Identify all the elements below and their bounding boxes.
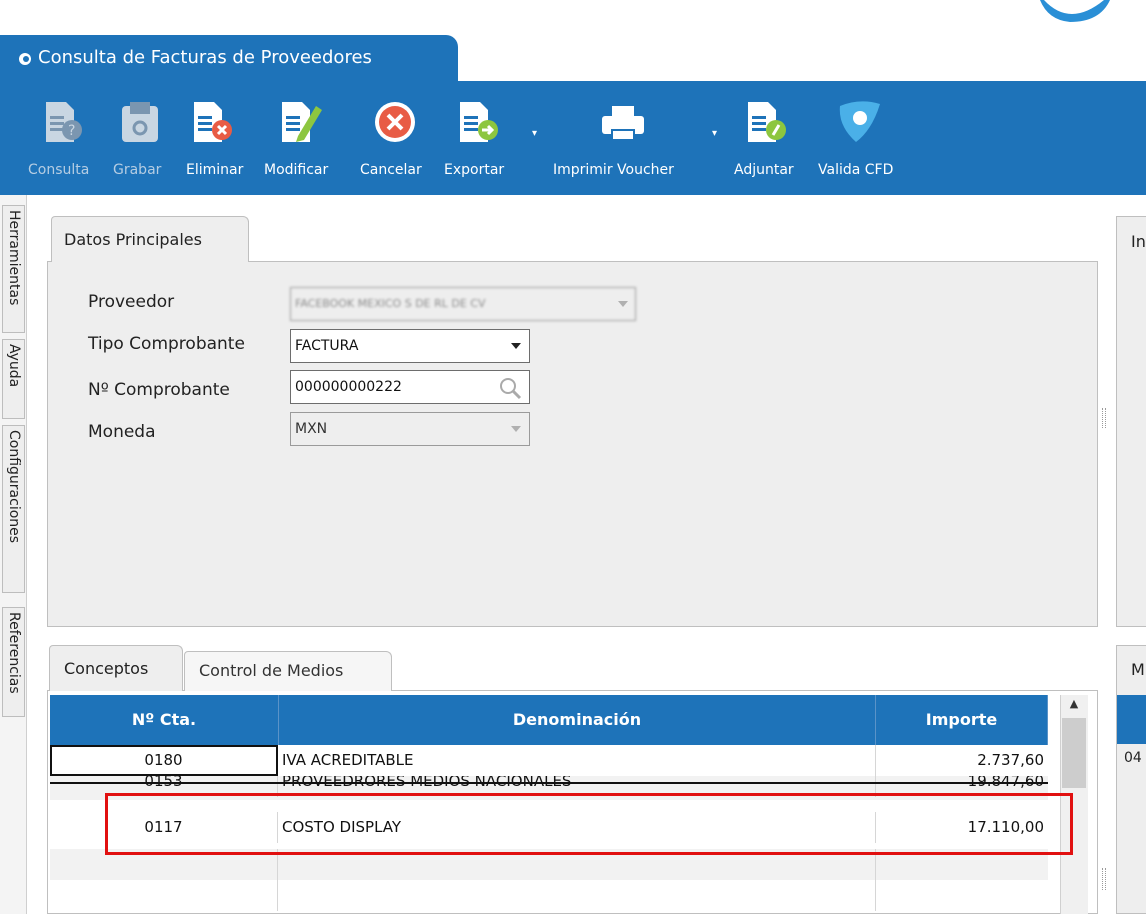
imprimir-voucher-button[interactable]: Imprimir Voucher ▾ — [550, 84, 717, 195]
highlight-annotation — [105, 793, 1073, 855]
tab-control-de-medios[interactable]: Control de Medios — [184, 651, 392, 691]
svg-text:?: ? — [68, 123, 75, 139]
window-title: Consulta de Facturas de Proveedores — [38, 47, 372, 68]
tab-datos-principales[interactable]: Datos Principales — [51, 216, 249, 262]
side-tab-label: Herramientas — [6, 210, 22, 306]
consulta-button[interactable]: ? Consulta — [26, 84, 100, 195]
side-tab-referencias[interactable]: Referencias — [2, 607, 25, 717]
side-tab-configuraciones[interactable]: Configuraciones — [2, 425, 25, 593]
table-row[interactable] — [50, 880, 1048, 911]
grabar-button[interactable]: Grabar — [110, 84, 176, 195]
scroll-up-icon[interactable]: ▲ — [1062, 697, 1086, 715]
right-panel-top — [1116, 216, 1146, 627]
tab-label: Datos Principales — [64, 230, 202, 249]
numero-comprobante-input[interactable]: 000000000222 — [290, 370, 530, 404]
doc-export-icon — [460, 102, 498, 142]
tab-label: Conceptos — [64, 659, 149, 678]
right-panel-bottom — [1116, 645, 1146, 914]
tipo-comprobante-select[interactable]: FACTURA — [290, 329, 530, 363]
exportar-dropdown-icon[interactable]: ▾ — [532, 128, 537, 139]
tab-conceptos[interactable]: Conceptos — [49, 645, 183, 691]
scroll-thumb[interactable] — [1062, 718, 1086, 788]
doc-edit-icon — [282, 102, 322, 142]
side-tab-label: Configuraciones — [6, 430, 22, 544]
cancel-icon — [375, 102, 415, 142]
tipo-comprobante-dropdown-icon[interactable] — [511, 343, 521, 349]
cell-importe[interactable] — [876, 880, 1048, 911]
cancelar-label: Cancelar — [360, 162, 422, 178]
printer-icon — [602, 106, 644, 141]
splitter-handle[interactable] — [1102, 868, 1106, 890]
cell-denominacion[interactable] — [278, 880, 876, 911]
top-bar — [0, 0, 1146, 35]
valida-cfd-label: Valida CFD — [818, 162, 894, 178]
window-icon — [19, 53, 31, 65]
column-header-denominacion[interactable]: Denominación — [279, 695, 876, 745]
column-header-importe[interactable]: Importe — [876, 695, 1048, 745]
moneda-label: Moneda — [88, 422, 156, 442]
side-tab-label: Ayuda — [6, 344, 22, 388]
strike-line — [50, 782, 1048, 784]
moneda-dropdown-icon[interactable] — [511, 426, 521, 432]
side-tab-ayuda[interactable]: Ayuda — [2, 339, 25, 419]
right-panel-top-label: In — [1131, 232, 1146, 251]
save-icon — [122, 102, 158, 142]
validate-icon — [839, 101, 880, 142]
tab-label: Control de Medios — [199, 661, 344, 680]
app-logo-icon — [1040, 0, 1110, 22]
consulta-label: Consulta — [28, 162, 90, 178]
valida-cfd-button[interactable]: Valida CFD — [816, 84, 910, 195]
side-tab-label: Referencias — [6, 612, 22, 694]
modificar-label: Modificar — [264, 162, 329, 178]
right-panel-bottom-label: M — [1131, 660, 1145, 679]
exportar-label: Exportar — [444, 162, 505, 178]
doc-delete-icon — [194, 102, 232, 142]
column-header-cta[interactable]: Nº Cta. — [50, 695, 279, 745]
tipo-comprobante-label: Tipo Comprobante — [88, 334, 245, 354]
proveedor-field[interactable]: FACEBOOK MEXICO S DE RL DE CV — [290, 287, 636, 321]
selected-cell-outline — [50, 745, 278, 776]
numero-comprobante-label: Nº Comprobante — [88, 380, 230, 400]
adjuntar-label: Adjuntar — [734, 162, 794, 178]
proveedor-dropdown-icon[interactable] — [618, 301, 628, 307]
exportar-button[interactable]: Exportar ▾ — [442, 84, 537, 195]
doc-help-icon: ? — [46, 102, 82, 142]
right-grid-header — [1117, 695, 1146, 744]
eliminar-label: Eliminar — [186, 162, 244, 178]
cell-denominacion[interactable]: IVA ACREDITABLE — [278, 745, 876, 776]
toolbar: ? Consulta Grabar Eliminar Modificar Can… — [0, 84, 1146, 195]
side-tab-herramientas[interactable]: Herramientas — [2, 205, 25, 333]
imprimir-voucher-label: Imprimir Voucher — [553, 162, 674, 178]
moneda-select[interactable]: MXN — [290, 412, 530, 446]
proveedor-label: Proveedor — [88, 292, 175, 312]
right-grid-cell[interactable]: 04 — [1124, 750, 1142, 766]
doc-attach-icon — [748, 102, 786, 142]
grabar-label: Grabar — [113, 162, 162, 178]
imprimir-dropdown-icon[interactable]: ▾ — [712, 128, 717, 139]
adjuntar-button[interactable]: Adjuntar — [732, 84, 814, 195]
side-rail: Herramientas Ayuda Configuraciones Refer… — [0, 195, 27, 914]
eliminar-button[interactable]: Eliminar — [184, 84, 258, 195]
cell-importe[interactable]: 2.737,60 — [876, 745, 1048, 776]
modificar-button[interactable]: Modificar — [262, 84, 358, 195]
cell-cta[interactable] — [50, 880, 278, 911]
splitter-handle[interactable] — [1102, 408, 1106, 428]
cancelar-button[interactable]: Cancelar — [358, 84, 438, 195]
search-icon[interactable] — [498, 376, 522, 400]
